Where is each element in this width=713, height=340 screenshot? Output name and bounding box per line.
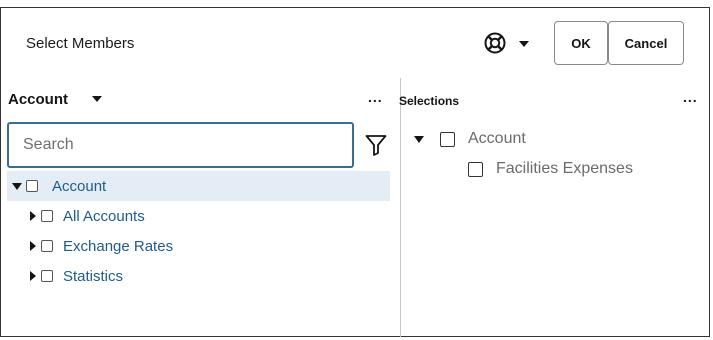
- selection-row-facilities-expenses[interactable]: Facilities Expenses: [468, 160, 633, 178]
- selection-label: Facilities Expenses: [496, 160, 633, 177]
- lifebuoy-icon: [484, 32, 506, 54]
- tree-label[interactable]: All Accounts: [63, 208, 145, 225]
- checkbox[interactable]: [26, 180, 38, 192]
- collapse-icon[interactable]: [414, 135, 424, 143]
- dialog-title: Select Members: [26, 35, 135, 52]
- right-more-options-button[interactable]: ...: [683, 89, 698, 105]
- tree-label[interactable]: Account: [52, 178, 106, 195]
- tree-row-statistics[interactable]: Statistics: [30, 261, 123, 291]
- selection-row-account[interactable]: Account: [414, 130, 526, 148]
- tree-label[interactable]: Statistics: [63, 268, 123, 285]
- chevron-down-icon: [92, 95, 102, 102]
- expand-icon[interactable]: [30, 211, 36, 221]
- checkbox[interactable]: [41, 210, 53, 222]
- selection-label: Account: [468, 130, 526, 147]
- collapse-icon[interactable]: [12, 182, 22, 190]
- search-input[interactable]: [7, 122, 354, 168]
- checkbox[interactable]: [41, 270, 53, 282]
- checkbox[interactable]: [468, 161, 483, 177]
- cancel-button[interactable]: Cancel: [608, 21, 684, 65]
- selections-title: Selections: [399, 94, 460, 108]
- tree-label[interactable]: Exchange Rates: [63, 238, 173, 255]
- ok-button[interactable]: OK: [554, 21, 608, 65]
- checkbox[interactable]: [41, 240, 53, 252]
- expand-icon[interactable]: [30, 271, 36, 281]
- tree-row-account[interactable]: Account: [7, 171, 390, 201]
- expand-icon[interactable]: [30, 241, 36, 251]
- help-menu-button[interactable]: [484, 32, 529, 55]
- filter-icon[interactable]: [365, 134, 387, 156]
- left-more-options-button[interactable]: ...: [368, 89, 383, 105]
- panel-divider: [400, 78, 401, 337]
- dimension-label: Account: [8, 91, 68, 108]
- dimension-select[interactable]: Account: [8, 91, 102, 108]
- tree-row-all-accounts[interactable]: All Accounts: [30, 201, 145, 231]
- chevron-down-icon: [519, 41, 529, 47]
- tree-row-exchange-rates[interactable]: Exchange Rates: [30, 231, 173, 261]
- checkbox[interactable]: [440, 131, 455, 147]
